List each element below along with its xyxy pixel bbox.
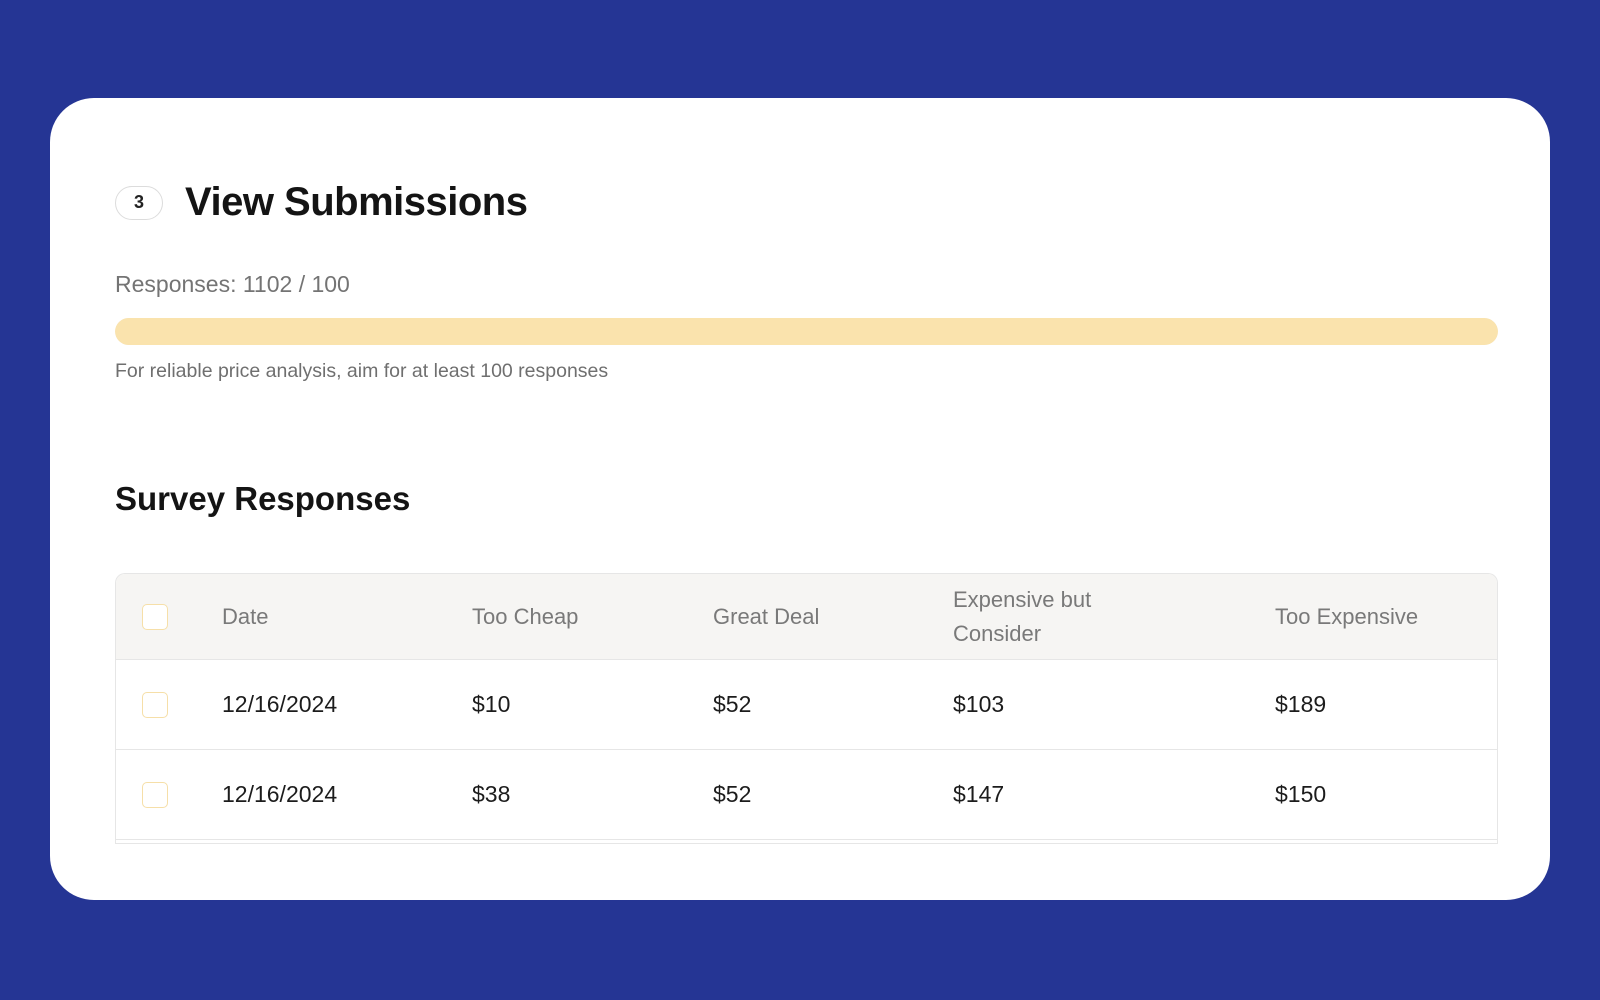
cell-too-expensive: $189 xyxy=(1275,691,1327,717)
cell-great-deal: $52 xyxy=(713,781,752,807)
cell-too-cheap: $10 xyxy=(472,691,511,717)
column-header-too-cheap[interactable]: Too Cheap xyxy=(472,600,713,634)
cell-date: 12/16/2024 xyxy=(222,781,338,807)
cell-great-deal: $52 xyxy=(713,691,752,717)
survey-responses-title: Survey Responses xyxy=(115,480,411,517)
table-row[interactable]: 12/16/2024 $10 $52 $103 $189 xyxy=(116,660,1497,750)
select-all-checkbox[interactable] xyxy=(142,603,168,630)
table-header: Date Too Cheap Great Deal Expensive but … xyxy=(116,574,1497,660)
responses-count: Responses: 1102 / 100 xyxy=(115,271,350,297)
page-title: View Submissions xyxy=(185,180,528,224)
cell-too-cheap: $38 xyxy=(472,781,511,807)
row-checkbox[interactable] xyxy=(142,781,168,808)
responses-hint: For reliable price analysis, aim for at … xyxy=(115,360,609,382)
row-select-cell xyxy=(116,781,222,808)
select-all-cell xyxy=(116,603,222,630)
step-header: 3 View Submissions xyxy=(115,180,528,225)
row-checkbox[interactable] xyxy=(142,691,168,718)
column-header-date[interactable]: Date xyxy=(222,600,472,634)
column-header-too-expensive[interactable]: Too Expensive xyxy=(1275,600,1497,634)
table-row[interactable]: 12/16/2024 $38 $52 $147 $150 xyxy=(116,750,1497,840)
survey-responses-table: Date Too Cheap Great Deal Expensive but … xyxy=(115,573,1498,844)
column-header-great-deal[interactable]: Great Deal xyxy=(713,600,953,634)
responses-progress-fill xyxy=(115,318,1498,345)
step-number-badge: 3 xyxy=(115,185,163,220)
cell-date: 12/16/2024 xyxy=(222,691,338,717)
responses-progress-bar xyxy=(115,318,1498,345)
cell-too-expensive: $150 xyxy=(1275,781,1327,807)
row-select-cell xyxy=(116,691,222,718)
cell-expensive-but-consider: $103 xyxy=(953,691,1005,717)
cell-expensive-but-consider: $147 xyxy=(953,781,1005,807)
column-header-expensive-but-consider[interactable]: Expensive but Consider xyxy=(953,583,1163,651)
submissions-card: 3 View Submissions Responses: 1102 / 100… xyxy=(50,98,1550,900)
table-row-cut-off xyxy=(116,840,1497,844)
